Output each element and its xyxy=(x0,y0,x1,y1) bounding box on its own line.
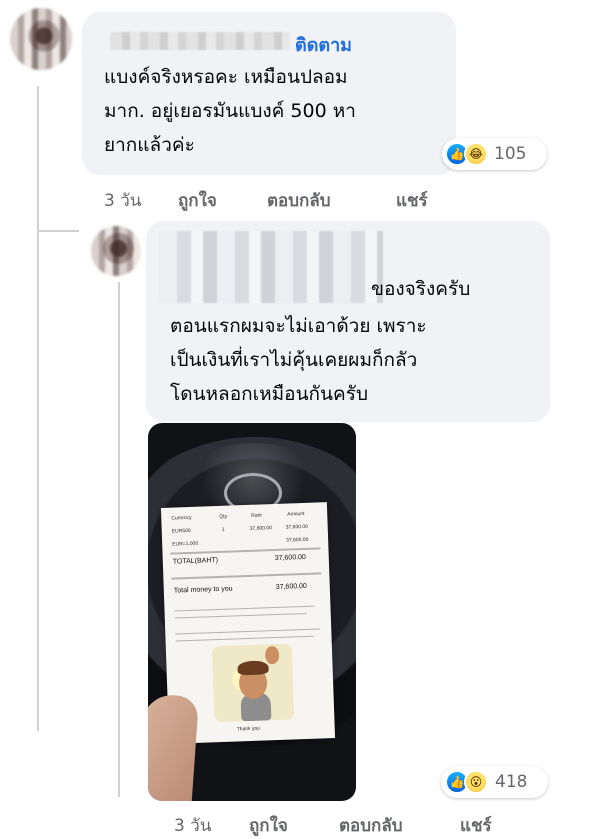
receipt-header-qty: Qty xyxy=(219,513,228,520)
thread-line-branch xyxy=(37,230,79,232)
holding-thumb xyxy=(148,693,200,801)
reply-text-line-4: โดนหลอกเหมือนกันครับ xyxy=(170,383,369,405)
reply-text-line-3: เป็นเงินที่เราไม่คุ้นเคยผมก็กลัว xyxy=(170,349,418,371)
comment-actions: 3 วัน ถูกใจ ตอบกลับ แชร์ xyxy=(104,187,464,213)
comment-reaction-summary[interactable]: 👍 😂 105 xyxy=(442,138,547,170)
comment-text-line-2: มาก. อยู่เยอรมันแบงค์ 500 หา xyxy=(104,100,356,122)
receipt-total-value: 37,600.00 xyxy=(274,553,307,563)
receipt-text-block-4 xyxy=(175,635,314,642)
receipt-row-2-amount: 37,600.00 xyxy=(286,536,309,544)
thread-line-vertical xyxy=(37,86,39,731)
reply-action[interactable]: ตอบกลับ xyxy=(267,187,331,214)
follow-link[interactable]: ติดตาม xyxy=(295,30,352,59)
reply-bubble: ของจริงครับ ตอนแรกผมจะไม่เอาด้วย เพราะ เ… xyxy=(146,221,550,422)
receipt-header-amount: Amount xyxy=(287,510,305,518)
receipt-row-1-qty: 1 xyxy=(221,526,225,533)
receipt-footer-text: Thank you xyxy=(236,725,261,733)
comment-text-line-1: แบงค์จริงหรอคะ เหมือนปลอม xyxy=(104,66,348,88)
receipt-money-label: Total money to you xyxy=(173,585,233,595)
blurred-commenter-name[interactable] xyxy=(110,32,290,50)
reply-actions: 3 วัน ถูกใจ ตอบกลับ แชร์ xyxy=(174,812,534,838)
reply-avatar[interactable] xyxy=(91,226,141,276)
blurred-reply-name[interactable] xyxy=(159,231,383,303)
receipt-total-label: TOTAL(BAHT) xyxy=(172,557,219,566)
receipt-row-1-rate: 37,600.00 xyxy=(249,525,273,532)
receipt-row-1-currency: EUR500 xyxy=(171,527,191,535)
comment-bubble: ติดตาม แบงค์จริงหรอคะ เหมือนปลอม มาก. อย… xyxy=(82,12,456,175)
share-action[interactable]: แชร์ xyxy=(396,187,428,214)
reply-text-line-1: ของจริงครับ xyxy=(371,278,471,300)
receipt-money-value: 37,600.00 xyxy=(275,582,308,592)
reply-reaction-summary[interactable]: 👍 😮 418 xyxy=(441,766,548,798)
receipt-text-block-2 xyxy=(174,612,307,619)
commenter-avatar[interactable] xyxy=(10,8,72,70)
receipt-separator-2 xyxy=(171,572,322,580)
wow-icon: 😮 xyxy=(464,770,488,794)
reaction-count: 105 xyxy=(494,144,527,164)
receipt-header-currency: Currency xyxy=(171,514,192,522)
receipt-text-block-3 xyxy=(175,628,321,635)
receipt-text-block-1 xyxy=(174,605,315,612)
receipt-header-rate: Rate xyxy=(251,512,262,519)
haha-icon: 😂 xyxy=(464,142,488,166)
receipt-row-2-currency: EUR=1,000 xyxy=(172,540,199,548)
memoji-raised-hand xyxy=(264,645,280,665)
comment-text-line-3: ยากแล้วค่ะ xyxy=(104,134,195,156)
receipt-row-1-amount: 37,600.00 xyxy=(285,523,309,531)
reaction-count: 418 xyxy=(495,772,528,792)
reply-text-line-2: ตอนแรกผมจะไม่เอาด้วย เพราะ xyxy=(170,315,427,337)
receipt-memoji-sticker xyxy=(211,643,295,723)
memoji-hair xyxy=(237,660,269,676)
reply-thread-line xyxy=(118,282,120,797)
like-action[interactable]: ถูกใจ xyxy=(178,187,217,214)
comment-time[interactable]: 3 วัน xyxy=(104,187,141,214)
receipt-photo[interactable]: Currency Qty Rate Amount EUR500 1 37,600… xyxy=(148,423,356,801)
